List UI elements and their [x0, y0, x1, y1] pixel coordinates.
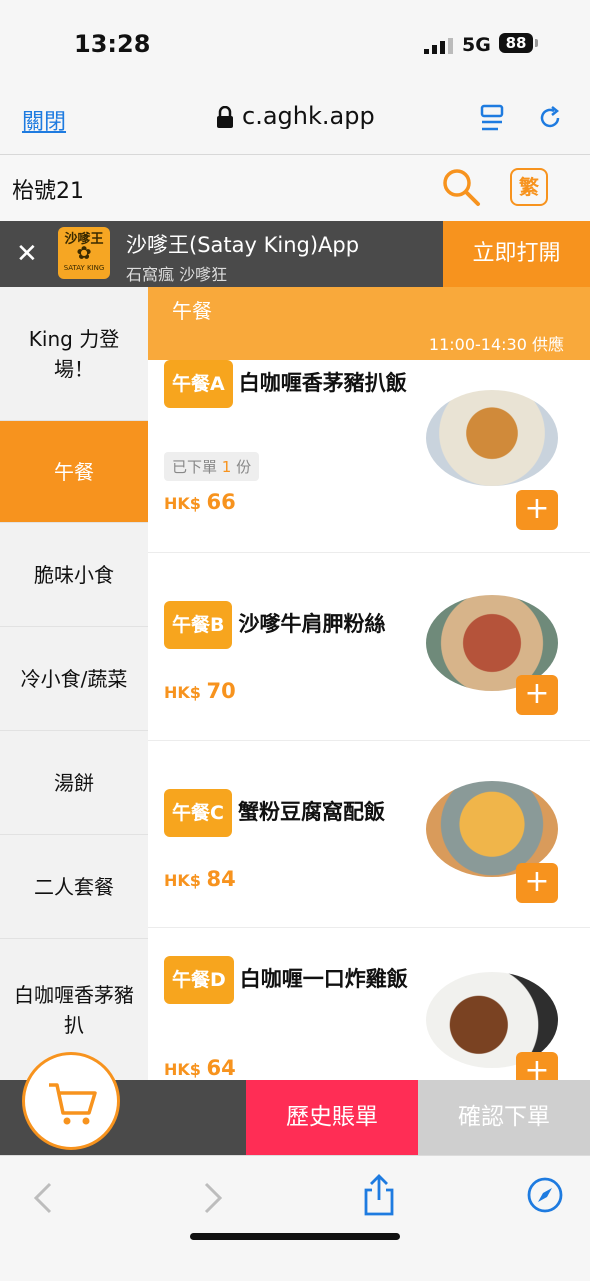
forward-icon[interactable] [202, 1182, 224, 1214]
menu-item[interactable]: 午餐B 沙嗲牛肩胛粉絲 HK$ 70 + [148, 553, 590, 741]
back-icon[interactable] [32, 1182, 54, 1214]
history-bill-button[interactable]: 歷史賬單 [246, 1080, 418, 1155]
network-label: 5G [462, 34, 491, 56]
add-button[interactable]: + [516, 863, 558, 903]
item-price: HK$ 70 [164, 679, 236, 703]
item-name: 白咖喱一口炸雞飯 [239, 967, 408, 991]
confirm-order-button[interactable]: 確認下單 [418, 1080, 590, 1155]
ordered-tag: 已下單 1 份 [164, 452, 260, 481]
signal-icon [424, 38, 453, 54]
share-icon[interactable] [362, 1174, 396, 1216]
add-button[interactable]: + [516, 675, 558, 715]
lock-icon [217, 106, 233, 128]
item-title: 午餐C 蟹粉豆腐窩配飯 [164, 789, 414, 837]
category-lunch[interactable]: 午餐 [0, 421, 148, 523]
language-button[interactable]: 繁 [510, 168, 548, 206]
item-title: 午餐B 沙嗲牛肩胛粉絲 [164, 601, 414, 649]
app-logo: 沙嗲王 ✿ SATAY KING [58, 227, 110, 279]
browser-header: 關閉 c.aghk.app [0, 88, 590, 155]
add-button[interactable]: + [516, 490, 558, 530]
menu-item[interactable]: 午餐C 蟹粉豆腐窩配飯 HK$ 84 + [148, 741, 590, 928]
status-bar: 13:28 5G 88 [0, 0, 590, 88]
item-badge: 午餐B [164, 601, 233, 649]
item-price: HK$ 66 [164, 490, 236, 514]
battery-nub [535, 39, 538, 47]
category-king[interactable]: King 力登場！ [0, 287, 148, 421]
store-header: 枱號21 [0, 155, 590, 221]
item-name: 沙嗲牛肩胛粉絲 [238, 612, 386, 636]
item-badge: 午餐A [164, 360, 233, 408]
item-badge: 午餐C [164, 789, 232, 837]
cart-icon [49, 1083, 97, 1125]
browser-toolbar [0, 1155, 590, 1281]
item-price: HK$ 64 [164, 1056, 236, 1080]
item-name: 白咖喱香茅豬扒飯 [238, 371, 407, 395]
table-number: 枱號21 [12, 179, 84, 204]
item-title: 午餐A 白咖喱香茅豬扒飯 [164, 360, 414, 408]
food-image [426, 390, 558, 486]
home-indicator [190, 1233, 400, 1240]
app-subtitle: 石窩瘋 沙嗲狂 [126, 265, 228, 284]
category-set-for-two[interactable]: 二人套餐 [0, 835, 148, 939]
item-title: 午餐D 白咖喱一口炸雞飯 [164, 956, 414, 1004]
open-app-button[interactable]: 立即打開 [443, 221, 590, 287]
item-badge: 午餐D [164, 956, 234, 1004]
close-icon[interactable]: ✕ [16, 239, 38, 269]
compass-icon[interactable] [526, 1176, 564, 1214]
search-icon[interactable] [441, 167, 481, 207]
reader-icon[interactable] [480, 104, 506, 132]
battery-icon: 88 [499, 33, 533, 53]
section-hours: 11:00-14:30 供應 [428, 335, 564, 354]
section-header: 午餐 11:00-14:30 供應 [148, 287, 590, 360]
reload-icon[interactable] [536, 104, 564, 132]
category-soup[interactable]: 湯餅 [0, 731, 148, 835]
close-link[interactable]: 關閉 [22, 104, 66, 136]
item-price: HK$ 84 [164, 867, 236, 891]
category-cold-dishes[interactable]: 冷小食/蔬菜 [0, 627, 148, 731]
category-snacks[interactable]: 脆味小食 [0, 523, 148, 627]
category-sidebar: King 力登場！ 午餐 脆味小食 冷小食/蔬菜 湯餅 二人套餐 白咖喱香茅豬扒 [0, 287, 148, 1080]
menu-item[interactable]: 午餐D 白咖喱一口炸雞飯 HK$ 64 + [148, 928, 590, 1080]
cart-button[interactable] [22, 1052, 120, 1150]
app-banner: ✕ 沙嗲王 ✿ SATAY KING 沙嗲王(Satay King)App 石窩… [0, 221, 590, 287]
add-button[interactable]: + [516, 1052, 558, 1080]
app-title: 沙嗲王(Satay King)App [126, 233, 360, 257]
item-name: 蟹粉豆腐窩配飯 [237, 800, 385, 824]
status-time: 13:28 [74, 30, 151, 58]
menu-item[interactable]: 午餐A 白咖喱香茅豬扒飯 已下單 1 份 HK$ 66 + [148, 360, 590, 553]
url-text[interactable]: c.aghk.app [242, 102, 375, 130]
section-title: 午餐 [172, 299, 212, 323]
